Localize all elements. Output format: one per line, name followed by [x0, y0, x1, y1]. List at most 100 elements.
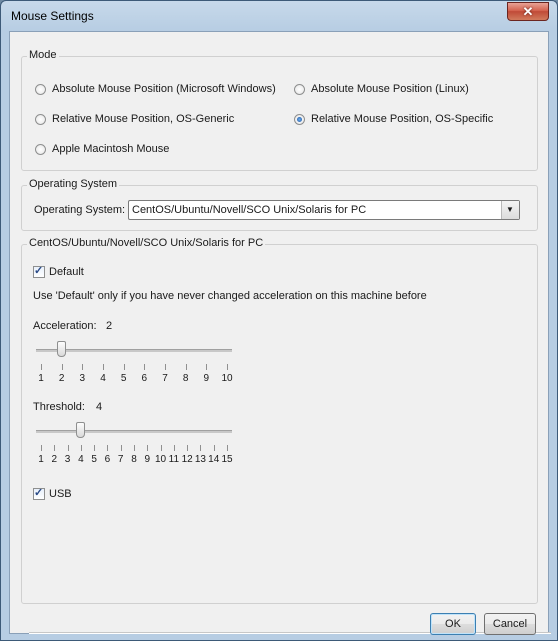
radio-label: Relative Mouse Position, OS-Generic [52, 113, 235, 125]
checkmark-icon: ✓ [34, 487, 44, 499]
os-label: Operating System: [34, 204, 126, 216]
os-select-value: CentOS/Ubuntu/Novell/SCO Unix/Solaris fo… [132, 204, 367, 216]
slider-tick-label: 10 [221, 373, 233, 384]
slider-tick-mark [134, 445, 135, 451]
radio-apple-mouse[interactable]: Apple Macintosh Mouse [35, 143, 169, 155]
radio-label: Absolute Mouse Position (Linux) [311, 83, 469, 95]
slider-tick-label: 9 [203, 373, 210, 384]
checkmark-icon: ✓ [34, 265, 44, 277]
mode-group: Mode Absolute Mouse Position (Microsoft … [21, 49, 538, 171]
slider-tick-label: 14 [208, 454, 220, 465]
slider-tick-label: 15 [221, 454, 233, 465]
slider-tick-mark [144, 364, 146, 370]
title-bar[interactable]: Mouse Settings ✕ [1, 1, 557, 31]
slider-tick-label: 10 [155, 454, 167, 465]
checkbox-box: ✓ [33, 265, 45, 278]
acceleration-slider[interactable]: 1 2 3 4 5 6 7 8 9 10 [36, 341, 233, 391]
slider-tick-mark [107, 445, 109, 451]
slider-tick-mark [41, 364, 42, 370]
slider-tick-mark [103, 364, 104, 370]
radio-relative-generic[interactable]: Relative Mouse Position, OS-Generic [35, 113, 234, 125]
ok-button[interactable]: OK [430, 613, 476, 635]
slider-tick-label: 3 [79, 373, 86, 384]
radio-indicator [35, 83, 46, 95]
acceleration-value: 2 [106, 320, 113, 332]
slider-tick-mark [187, 445, 189, 451]
radio-label: Absolute Mouse Position (Microsoft Windo… [52, 83, 276, 95]
dialog-client-area: Mode Absolute Mouse Position (Microsoft … [9, 31, 551, 635]
threshold-label: Threshold: [33, 401, 85, 413]
slider-tick-label: 2 [58, 373, 65, 384]
slider-tick-label: 1 [38, 373, 44, 384]
slider-tick-label: 13 [194, 454, 206, 465]
slider-tick-mark [94, 445, 96, 451]
window-title: Mouse Settings [11, 9, 94, 23]
slider-tick-mark [123, 364, 125, 370]
checkbox-box: ✓ [33, 487, 45, 500]
slider-tick-mark [120, 445, 122, 451]
slider-tick-mark [185, 364, 187, 370]
slider-thumb[interactable] [76, 422, 86, 438]
radio-indicator [35, 113, 46, 125]
close-icon: ✕ [522, 4, 534, 19]
slider-tick-mark [227, 364, 228, 370]
radio-absolute-linux[interactable]: Absolute Mouse Position (Linux) [294, 83, 469, 95]
default-label: Default [49, 266, 84, 278]
dropdown-arrow-button[interactable]: ▼ [501, 201, 519, 219]
slider-tick-mark [80, 445, 82, 451]
slider-tick-mark [206, 364, 208, 370]
slider-track [36, 430, 232, 433]
slider-tick-label: 5 [120, 373, 127, 384]
threshold-value: 4 [96, 401, 103, 413]
slider-tick-label: 5 [91, 454, 97, 465]
slider-tick-mark [200, 445, 202, 451]
usb-label: USB [49, 488, 72, 500]
slider-thumb[interactable] [57, 341, 67, 357]
slider-tick-label: 8 [131, 454, 137, 465]
slider-tick-label: 8 [182, 373, 189, 384]
radio-absolute-windows[interactable]: Absolute Mouse Position (Microsoft Windo… [35, 83, 276, 95]
slider-tick-label: 7 [117, 454, 124, 465]
slider-tick-mark [227, 445, 228, 451]
radio-indicator-selected [294, 113, 305, 125]
slider-tick-label: 7 [162, 373, 168, 384]
close-button[interactable]: ✕ [507, 2, 549, 21]
slider-tick-mark [160, 445, 162, 451]
radio-indicator [35, 143, 46, 155]
slider-tick-mark [165, 364, 166, 370]
os-legend: Operating System [27, 178, 120, 190]
settings-legend: CentOS/Ubuntu/Novell/SCO Unix/Solaris fo… [27, 237, 266, 249]
slider-tick-mark [213, 445, 215, 451]
slider-tick-label: 2 [51, 454, 58, 465]
radio-indicator [294, 83, 305, 95]
chevron-down-icon: ▼ [506, 205, 514, 214]
slider-tick-label: 11 [168, 454, 180, 465]
slider-tick-label: 1 [38, 454, 44, 465]
slider-tick-mark [67, 445, 69, 451]
slider-tick-label: 6 [141, 373, 148, 384]
slider-tick-mark [82, 364, 84, 370]
os-select[interactable]: CentOS/Ubuntu/Novell/SCO Unix/Solaris fo… [128, 200, 520, 220]
mouse-settings-window: Mouse Settings ✕ Mode Absolute Mouse Pos… [0, 0, 558, 641]
mode-legend: Mode [27, 49, 59, 61]
slider-tick-mark [173, 445, 175, 451]
radio-relative-specific[interactable]: Relative Mouse Position, OS-Specific [294, 113, 493, 125]
threshold-slider[interactable]: 1 2 3 4 5 6 7 8 9 10 11 12 13 14 15 [36, 422, 233, 472]
slider-tick-label: 4 [78, 454, 84, 465]
slider-tick-mark [54, 445, 56, 451]
radio-label: Relative Mouse Position, OS-Specific [311, 113, 494, 125]
acceleration-label: Acceleration: [33, 320, 97, 332]
slider-tick-label: 6 [104, 454, 111, 465]
slider-tick-label: 3 [64, 454, 71, 465]
slider-tick-mark [147, 445, 149, 451]
slider-tick-label: 12 [181, 454, 193, 465]
default-checkbox[interactable]: ✓ Default [33, 265, 84, 278]
usb-checkbox[interactable]: ✓ USB [33, 487, 72, 500]
slider-tick-label: 4 [100, 373, 106, 384]
slider-tick-label: 9 [144, 454, 151, 465]
slider-tick-mark [41, 445, 42, 451]
cancel-button[interactable]: Cancel [484, 613, 536, 635]
os-settings-group: CentOS/Ubuntu/Novell/SCO Unix/Solaris fo… [21, 237, 538, 604]
operating-system-group: Operating System Operating System: CentO… [21, 178, 538, 231]
default-hint-text: Use 'Default' only if you have never cha… [33, 290, 427, 302]
